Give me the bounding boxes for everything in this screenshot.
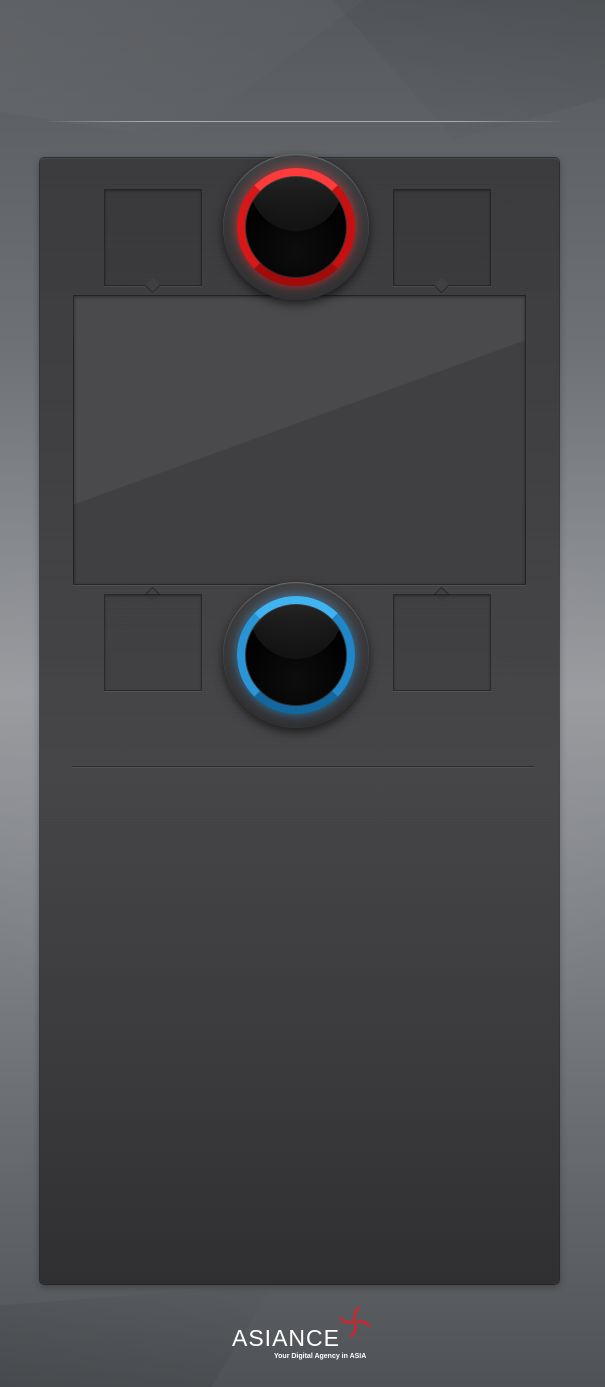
logo-tagline: Your Digital Agency in ASIA — [274, 1353, 367, 1360]
bottom-right-card-slot[interactable] — [393, 594, 491, 691]
background-facet — [0, 0, 363, 140]
asiance-logo: ASIANCE Your Digital Agency in ASIA — [232, 1305, 392, 1367]
red-player-button[interactable] — [223, 154, 369, 300]
bottom-left-card-slot[interactable] — [104, 594, 202, 691]
pinwheel-logo-icon — [339, 1306, 371, 1338]
panel-divider-line — [72, 766, 534, 767]
main-display-area — [73, 295, 526, 585]
blue-player-button[interactable] — [223, 582, 369, 728]
red-button-core — [246, 177, 346, 277]
game-board-page: { "logo": { "name": "ASIANCE", "tagline"… — [0, 0, 605, 1387]
top-divider-line — [40, 121, 565, 122]
logo-wordmark: ASIANCE — [232, 1325, 340, 1351]
blue-button-core — [246, 605, 346, 705]
background-facet — [332, 0, 605, 140]
top-right-card-slot[interactable] — [393, 189, 491, 286]
top-left-card-slot[interactable] — [104, 189, 202, 286]
